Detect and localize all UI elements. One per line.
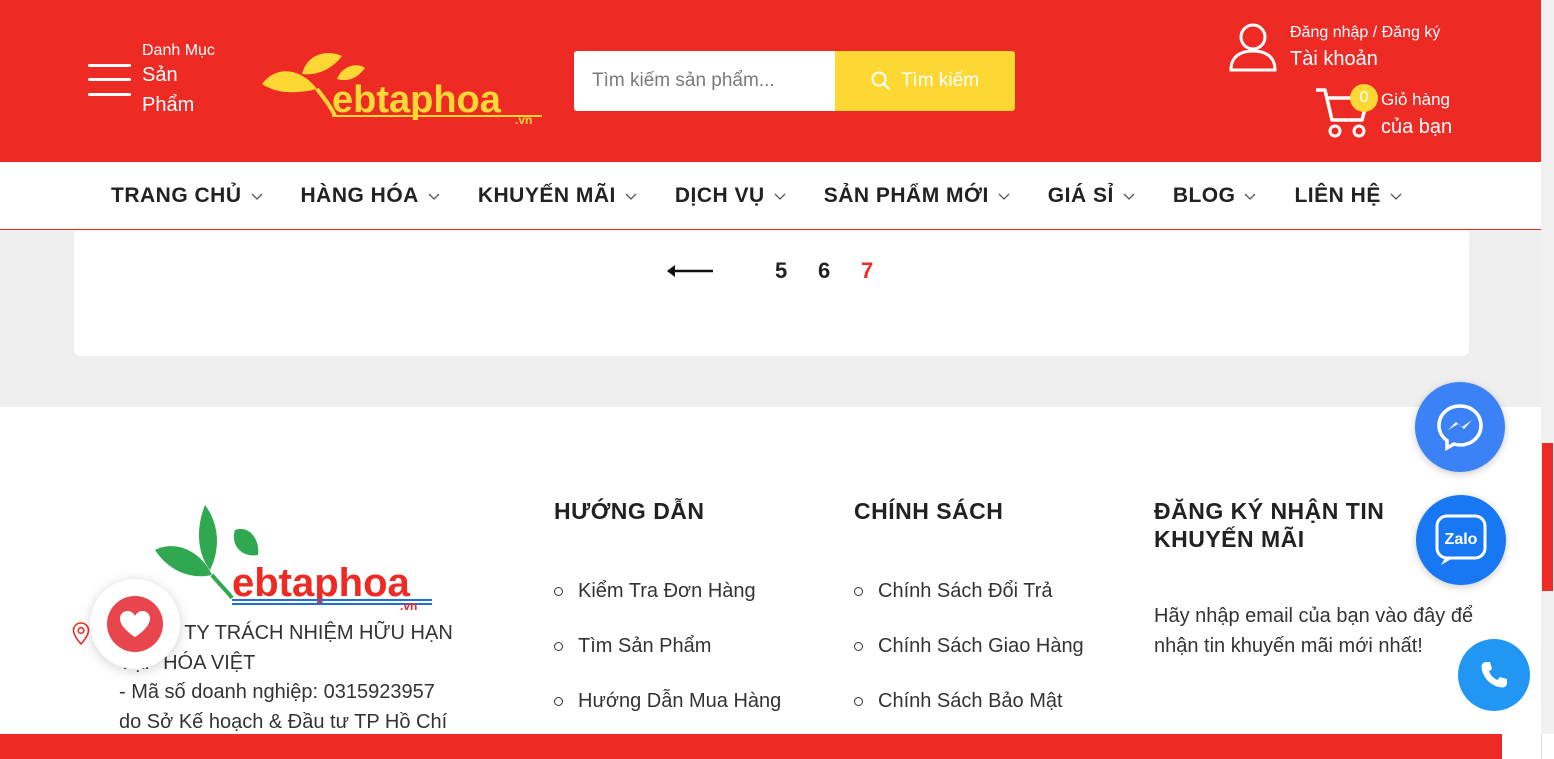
nav-label: DỊCH VỤ [674,183,765,207]
main-nav: TRANG CHỦ HÀNG HÓA KHUYẾN MÃI DỊCH VỤ SẢ… [0,162,1541,230]
guide-list: Kiểm Tra Đơn Hàng Tìm Sản Phẩm Hướng Dẫn… [554,564,781,729]
nav-label: GIÁ SỈ [1047,183,1114,207]
chevron-down-icon [998,193,1010,200]
svg-text:.vn: .vn [400,599,417,610]
search-bar: Tìm kiếm [574,51,1015,111]
guide-item-kiem-tra-don-hang[interactable]: Kiểm Tra Đơn Hàng [554,564,781,619]
nav-label: TRANG CHỦ [111,183,242,207]
subscribe-title: ĐĂNG KÝ NHẬN TIN KHUYẾN MÃI [1154,497,1384,553]
wishlist-button[interactable] [90,579,180,669]
policy-item-bao-mat[interactable]: Chính Sách Bảo Mật [854,674,1084,729]
page-scrollbar[interactable] [1541,0,1554,759]
guide-item-huong-dan-mua-hang[interactable]: Hướng Dẫn Mua Hàng [554,674,781,729]
subscribe-title-line2: KHUYẾN MÃI [1154,526,1305,552]
scrollbar-corner [1541,734,1554,759]
company-tax-id: - Mã số doanh nghiệp: 0315923957 [119,681,435,703]
svg-text:ebtaphoa: ebtaphoa [232,561,411,605]
cart-big-label: của bạn [1381,116,1453,138]
nav-label: LIÊN HỆ [1294,183,1381,207]
nav-label: KHUYẾN MÃI [477,183,616,207]
category-menu-label[interactable]: Danh Mục Sản Phẩm [142,42,215,120]
chevron-down-icon [1390,193,1402,200]
policy-item-doi-tra[interactable]: Chính Sách Đổi Trả [854,564,1084,619]
search-input[interactable] [574,51,835,111]
arrow-left-icon[interactable] [665,258,715,284]
chevron-down-icon [428,193,440,200]
nav-item-san-pham-moi[interactable]: SẢN PHẨM MỚI [824,184,1010,208]
footer-bottom-bar [0,734,1502,759]
messenger-button[interactable] [1415,382,1505,472]
search-icon [871,71,891,91]
hamburger-menu-icon[interactable] [88,62,131,98]
chevron-down-icon [774,193,786,200]
heart-badge [107,596,163,652]
chevron-down-icon [251,193,262,200]
search-button[interactable]: Tìm kiếm [835,51,1015,111]
account-big-label: Tài khoản [1290,48,1378,70]
policy-item-giao-hang[interactable]: Chính Sách Giao Hàng [854,619,1084,674]
nav-item-dich-vu[interactable]: DỊCH VỤ [675,184,786,208]
company-issuer: do Sở Kế hoạch & Đầu tư TP Hồ Chí [119,710,448,733]
nav-item-khuyen-mai[interactable]: KHUYẾN MÃI [478,184,637,208]
cart-link[interactable]: 0 Giỏ hàng của bạn [1314,84,1452,145]
policy-list: Chính Sách Đổi Trả Chính Sách Giao Hàng … [854,564,1084,729]
nav-item-trang-chu[interactable]: TRANG CHỦ [111,184,263,208]
user-icon [1229,23,1277,72]
zalo-button[interactable]: Zalo [1416,495,1506,585]
category-big-label-2: Phẩm [142,94,195,116]
pagination: 5 6 7 [665,258,873,284]
nav-item-blog[interactable]: BLOG [1173,184,1257,208]
account-link[interactable]: Đăng nhập / Đăng ký Tài khoản [1228,22,1440,72]
search-button-label: Tìm kiếm [900,70,980,91]
phone-call-button[interactable] [1458,639,1530,711]
location-pin-icon [72,622,90,646]
chevron-down-icon [1245,193,1256,200]
guide-title: HƯỚNG DẪN [554,498,705,524]
messenger-icon [1437,404,1483,452]
site-logo[interactable]: ebtaphoa .vn [247,44,547,124]
category-small-label: Danh Mục [142,42,215,59]
nav-item-gia-si[interactable]: GIÁ SỈ [1048,184,1135,208]
svg-text:Zalo: Zalo [1445,531,1478,548]
company-name-line2: TẠP HÓA VIỆT [119,651,256,674]
policy-title: CHÍNH SÁCH [854,498,1004,524]
zalo-icon: Zalo [1435,514,1487,565]
chevron-down-icon [1123,193,1135,200]
svg-text:.vn: .vn [515,113,532,124]
chevron-down-icon [625,193,637,200]
nav-label: BLOG [1172,183,1236,207]
nav-label: HÀNG HÓA [300,183,419,207]
pagination-card [74,231,1469,356]
cart-small-label: Giỏ hàng [1381,90,1450,109]
footer-logo[interactable]: ebtaphoa .vn [150,500,435,610]
site-header: Danh Mục Sản Phẩm ebtaphoa .vn Tìm kiếm … [0,0,1541,162]
subscribe-title-line1: ĐĂNG KÝ NHẬN TIN [1154,498,1385,524]
heart-icon [120,611,150,637]
category-big-label-1: Sản [142,64,178,86]
cart-count-badge: 0 [1350,84,1378,112]
nav-item-hang-hoa[interactable]: HÀNG HÓA [301,184,440,208]
subscribe-description: Hãy nhập email của bạn vào đây để nhận t… [1154,605,1474,657]
nav-item-lien-he[interactable]: LIÊN HỆ [1294,183,1402,208]
phone-icon [1481,662,1507,688]
account-small-label: Đăng nhập / Đăng ký [1290,24,1441,41]
guide-item-tim-san-pham[interactable]: Tìm Sản Phẩm [554,619,781,674]
nav-label: SẢN PHẨM MỚI [823,183,989,207]
svg-text:ebtaphoa: ebtaphoa [332,79,502,121]
scrollbar-thumb[interactable] [1542,443,1553,591]
